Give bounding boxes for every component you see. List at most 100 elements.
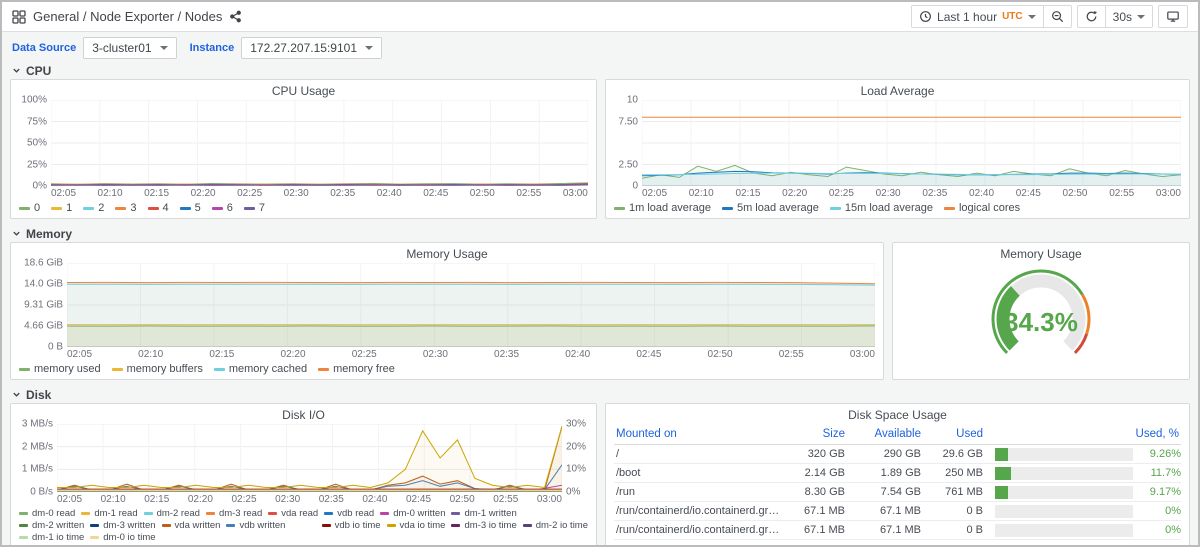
x-axis-tick: 02:30 — [423, 349, 448, 360]
legend-item[interactable]: dm-2 written — [19, 520, 84, 531]
legend-item[interactable]: memory used — [19, 363, 101, 375]
cell-size: 67.1 MB — [783, 524, 845, 536]
legend-item[interactable]: vda read — [268, 508, 318, 519]
kiosk-mode-button[interactable] — [1159, 6, 1187, 27]
legend-item[interactable]: dm-3 read — [206, 508, 262, 519]
legend-item[interactable]: vdb written — [226, 520, 285, 531]
section-row-disk[interactable]: Disk — [2, 386, 1198, 403]
zoom-out-time-button[interactable] — [1044, 6, 1071, 27]
cell-used: 250 MB — [921, 467, 983, 479]
legend-item[interactable]: 1 — [51, 202, 72, 214]
cell-mounted-on: / — [614, 448, 783, 460]
legend-swatch — [324, 512, 333, 515]
y-axis-tick: 25% — [27, 159, 47, 170]
legend-item[interactable]: 15m load average — [830, 202, 933, 214]
section-row-memory[interactable]: Memory — [2, 225, 1198, 242]
legend-item[interactable]: 2 — [83, 202, 104, 214]
used-percent-track — [995, 543, 1133, 544]
legend-item[interactable]: dm-1 written — [451, 508, 516, 519]
panel-title[interactable]: Disk I/O — [19, 408, 588, 424]
y-axis-tick: 0% — [33, 181, 47, 192]
disk-space-table: Mounted onSizeAvailableUsedUsed, %/320 G… — [614, 424, 1181, 543]
legend-item[interactable]: 4 — [148, 202, 169, 214]
used-percent-label: 9.17% — [1139, 486, 1181, 498]
panel-title[interactable]: Memory Usage — [19, 247, 875, 263]
section-title-cpu: CPU — [26, 64, 51, 78]
legend-item[interactable]: dm-2 read — [144, 508, 200, 519]
instance-select[interactable]: 172.27.207.15:9101 — [241, 37, 382, 59]
legend-item[interactable]: vdb read — [324, 508, 374, 519]
panel-title[interactable]: Load Average — [614, 84, 1181, 100]
legend-swatch — [19, 207, 30, 210]
legend-item[interactable]: 0 — [19, 202, 40, 214]
x-axis-tick: 02:50 — [708, 349, 733, 360]
legend-label: 5m load average — [737, 202, 819, 214]
legend-swatch — [19, 536, 28, 539]
breadcrumb[interactable]: General / Node Exporter / Nodes — [33, 9, 222, 24]
column-header[interactable]: Used, % — [983, 428, 1181, 440]
panel-title[interactable]: Disk Space Usage — [614, 408, 1181, 424]
x-axis-tick: 02:45 — [423, 188, 448, 199]
legend-item[interactable]: dm-1 read — [81, 508, 137, 519]
datasource-select[interactable]: 3-cluster01 — [83, 37, 176, 59]
legend-item[interactable]: memory cached — [214, 363, 307, 375]
panel-memory-usage: Memory Usage 18.6 GiB14.0 GiB9.31 GiB4.6… — [10, 242, 884, 380]
column-header[interactable]: Mounted on — [614, 428, 783, 440]
legend-item[interactable]: vda written — [162, 520, 221, 531]
legend-swatch — [51, 207, 62, 210]
legend-item[interactable]: vda io time — [387, 520, 446, 531]
legend-item[interactable]: 7 — [244, 202, 265, 214]
legend-item[interactable]: dm-3 io time — [451, 520, 516, 531]
legend-swatch — [226, 524, 235, 527]
time-range-picker[interactable]: Last 1 hour UTC — [912, 6, 1043, 27]
gauge-value: 34.3% — [901, 307, 1181, 338]
x-axis-tick: 02:20 — [782, 188, 807, 199]
panel-title[interactable]: CPU Usage — [19, 84, 588, 100]
cell-available: 7.54 GB — [845, 486, 921, 498]
x-axis-tick: 02:25 — [829, 188, 854, 199]
legend-item[interactable]: 6 — [212, 202, 233, 214]
timezone-label: UTC — [1002, 11, 1023, 22]
legend-item[interactable]: 5m load average — [722, 202, 819, 214]
legend-label: 15m load average — [845, 202, 933, 214]
legend-item[interactable]: dm-3 written — [90, 520, 155, 531]
apps-grid-icon[interactable] — [12, 10, 26, 24]
column-header[interactable]: Size — [783, 428, 845, 440]
legend-label: dm-1 io time — [32, 532, 84, 543]
x-axis-tick: 03:00 — [850, 349, 875, 360]
legend-item[interactable]: 5 — [180, 202, 201, 214]
refresh-interval-select[interactable]: 30s — [1106, 6, 1152, 27]
legend-item[interactable]: dm-2 io time — [523, 520, 588, 531]
cell-mounted-on: /boot — [614, 467, 783, 479]
cell-available: 67.1 MB — [845, 524, 921, 536]
legend-swatch — [318, 368, 329, 371]
legend-item[interactable]: dm-1 io time — [19, 532, 84, 543]
legend-item[interactable]: dm-0 written — [380, 508, 445, 519]
legend-item[interactable]: logical cores — [944, 202, 1020, 214]
panel-title[interactable]: Memory Usage — [901, 247, 1181, 263]
column-header[interactable]: Available — [845, 428, 921, 440]
x-axis-tick: 02:35 — [330, 188, 355, 199]
legend-item[interactable]: 3 — [115, 202, 136, 214]
x-axis-tick: 02:55 — [516, 188, 541, 199]
legend-item[interactable]: dm-0 read — [19, 508, 75, 519]
used-percent-track — [995, 486, 1133, 499]
legend-item[interactable]: dm-0 io time — [90, 532, 155, 543]
table-row: /run/containerd/io.containerd.grpc...67.… — [614, 502, 1181, 521]
legend-item[interactable]: 1m load average — [614, 202, 711, 214]
legend-item[interactable]: vdb io time — [322, 520, 381, 531]
disk-io-chart: 3 MB/s2 MB/s1 MB/s0 B/s30%20%10%0%02:050… — [19, 424, 588, 543]
legend-item[interactable]: memory buffers — [112, 363, 203, 375]
instance-label: Instance — [190, 42, 235, 54]
x-axis-tick: 02:30 — [876, 188, 901, 199]
legend-item[interactable]: memory free — [318, 363, 395, 375]
plot-area — [67, 263, 875, 347]
column-header[interactable]: Used — [921, 428, 983, 440]
y-axis-tick: 0 — [632, 181, 638, 192]
legend-label: 5 — [195, 202, 201, 214]
section-row-cpu[interactable]: CPU — [2, 62, 1198, 79]
legend-label: vdb written — [239, 520, 285, 531]
refresh-button[interactable] — [1078, 6, 1105, 27]
table-row: /run/containerd/io.containerd.grpc...67.… — [614, 521, 1181, 540]
share-icon[interactable] — [229, 10, 242, 23]
